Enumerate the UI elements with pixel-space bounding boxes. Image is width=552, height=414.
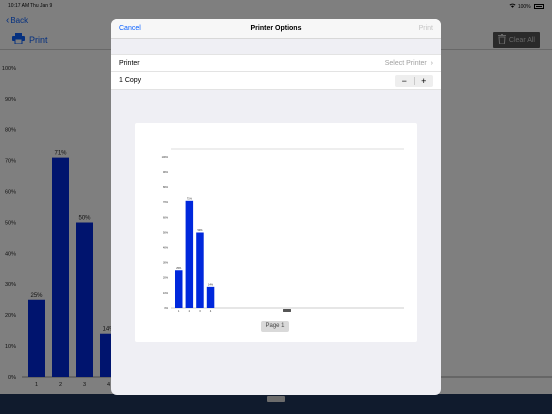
modal-print-button[interactable]: Print	[419, 25, 433, 32]
y-tick-label: 0%	[164, 307, 168, 310]
modal-header: Cancel Printer Options Print	[111, 19, 441, 39]
bar	[175, 270, 183, 308]
decrement-button[interactable]: −	[395, 75, 414, 87]
printer-row[interactable]: Printer Select Printer ›	[111, 54, 441, 72]
y-tick-label: 40%	[163, 246, 169, 249]
y-tick-label: 100%	[162, 156, 169, 159]
bar-value-label: 25%	[176, 267, 182, 270]
preview-chart-svg: 0% 10% 20% 30% 40% 50% 60% 70% 80% 90% 100% 25% 1 71%…	[162, 148, 404, 313]
y-tick-label: 90%	[163, 171, 169, 174]
printer-label: Printer	[119, 60, 140, 67]
modal-title: Printer Options	[250, 25, 302, 32]
x-tick-label: 2	[189, 310, 191, 313]
increment-button[interactable]: +	[415, 75, 434, 87]
printer-options-modal: Cancel Printer Options Print Printer Sel…	[111, 19, 441, 395]
copies-row: 1 Copy − +	[111, 72, 441, 90]
copies-label: 1 Copy	[119, 77, 142, 84]
y-tick-label: 80%	[163, 186, 169, 189]
y-tick-label: 20%	[163, 277, 169, 280]
y-tick-label: 50%	[163, 231, 169, 234]
print-preview-page: 0% 10% 20% 30% 40% 50% 60% 70% 80% 90% 100% 25% 1 71%…	[135, 123, 417, 342]
bar-value-label: 50%	[197, 229, 203, 232]
copies-stepper: − +	[395, 75, 433, 87]
page-number-badge: Page 1	[261, 321, 289, 332]
bar-value-label: 14%	[208, 283, 214, 286]
printer-value: Select Printer ›	[385, 60, 433, 67]
bar	[196, 232, 204, 308]
y-tick-label: 30%	[163, 262, 169, 265]
chart-scroll-marker	[283, 309, 291, 312]
select-printer-label: Select Printer	[384, 60, 427, 67]
bar	[206, 286, 215, 308]
bar-value-label: 71%	[187, 197, 193, 200]
y-tick-label: 70%	[163, 201, 169, 204]
chevron-right-icon: ›	[428, 60, 433, 67]
y-tick-label: 60%	[163, 216, 169, 219]
y-tick-label: 10%	[163, 292, 169, 295]
x-tick-label: 3	[199, 310, 201, 313]
x-tick-label: 4	[210, 310, 212, 313]
bar	[185, 200, 194, 308]
x-tick-label: 1	[178, 310, 180, 313]
